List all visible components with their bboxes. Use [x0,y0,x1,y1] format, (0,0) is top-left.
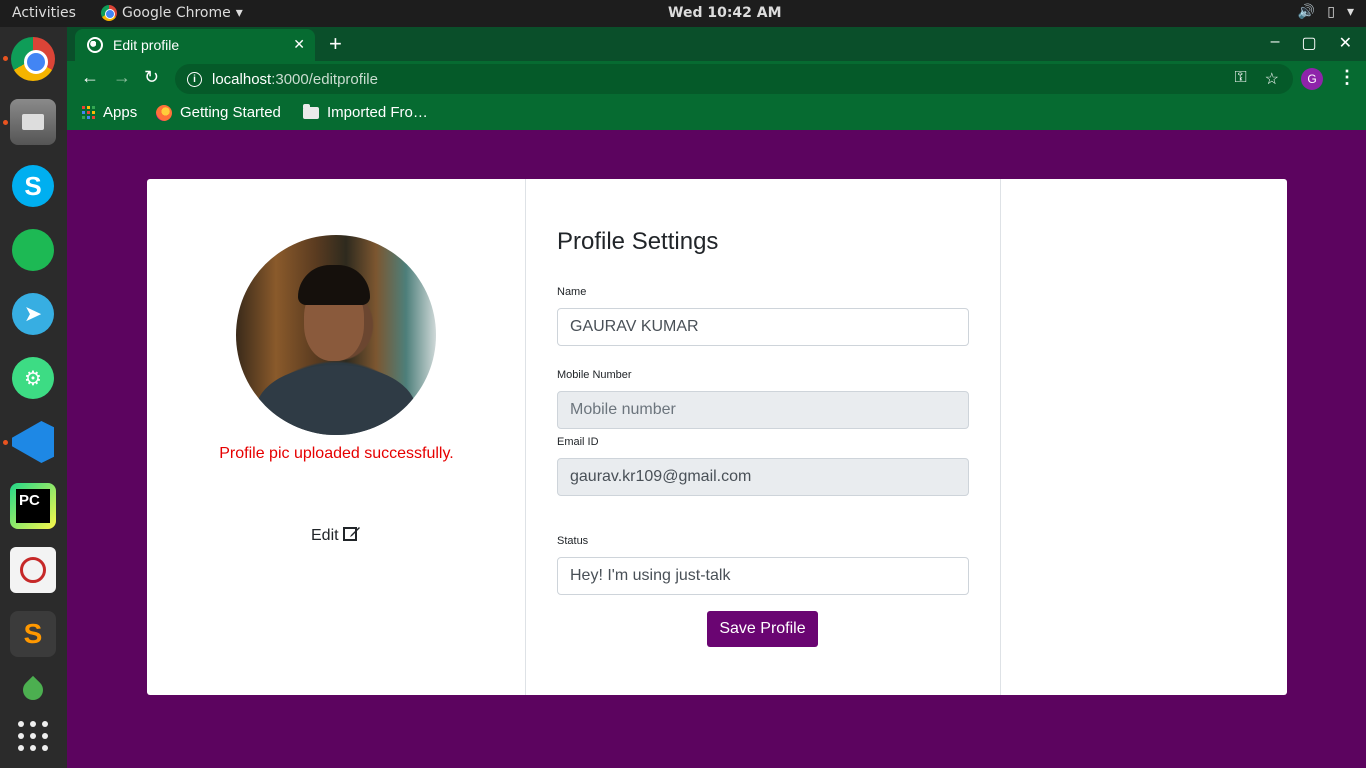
profile-card: Profile pic uploaded successfully. Edit … [147,179,1287,695]
profile-picture-column: Profile pic uploaded successfully. Edit [147,179,526,695]
firefox-icon [156,104,172,121]
edit-photo-link[interactable]: Edit [311,525,361,546]
sublime-text-icon: S [23,618,43,649]
app-menu-label: Google Chrome [122,5,231,21]
bookmark-imported-folder[interactable]: Imported Fro… [303,103,428,121]
close-icon[interactable]: ✕ [293,36,305,53]
app-menu[interactable]: Google Chrome ▾ [101,5,243,21]
system-top-bar: Activities Google Chrome ▾ Wed 10:42 AM … [0,0,1366,27]
edit-label: Edit [311,526,339,544]
dock: S ➤ ⚙ PC S [0,27,67,768]
system-menu-icon[interactable]: ▾ [1347,4,1354,20]
tab-edit-profile[interactable]: Edit profile ✕ [75,29,315,61]
tab-title: Edit profile [113,37,180,53]
browser-window: Edit profile ✕ + – ▢ ✕ ← → ↻ i localhost… [67,27,1366,768]
clock[interactable]: Wed 10:42 AM [668,5,782,21]
battery-icon[interactable]: ▯ [1327,4,1335,20]
running-indicator [3,440,8,445]
save-profile-button[interactable]: Save Profile [707,611,818,647]
page-viewport: Profile pic uploaded successfully. Edit … [67,130,1366,768]
volume-icon[interactable]: 🔊 [1298,4,1315,20]
document-viewer-icon [20,557,46,583]
dock-pycharm[interactable]: PC [10,483,56,529]
bookmarks-bar: Apps Getting Started Imported Fro… [67,97,1366,130]
profile-settings-form: Profile Settings Name Mobile Number Emai… [526,179,1001,695]
activities-button[interactable]: Activities [12,5,76,21]
dock-spotify[interactable] [10,227,56,273]
app-grid-icon [18,721,48,751]
apps-icon [82,106,95,119]
upload-success-message: Profile pic uploaded successfully. [219,445,454,462]
tab-strip: Edit profile ✕ + – ▢ ✕ [67,27,1366,61]
folder-icon [303,103,319,119]
dock-files[interactable] [10,99,56,145]
maximize-button[interactable]: ▢ [1301,33,1316,53]
mobile-input[interactable] [557,391,969,429]
info-icon[interactable]: i [187,71,202,87]
system-tray[interactable]: 🔊 ▯ ▾ [1298,4,1354,20]
bookmark-apps[interactable]: Apps [82,104,137,121]
running-indicator [3,120,8,125]
status-input[interactable] [557,557,969,595]
show-applications-button[interactable] [10,713,56,759]
close-window-button[interactable]: ✕ [1339,33,1352,53]
email-input[interactable] [557,458,969,496]
email-label: Email ID [557,436,599,448]
profile-photo [236,235,436,435]
status-label: Status [557,535,589,547]
pycharm-icon: PC [16,489,50,523]
spotify-icon [12,229,54,271]
dock-chrome[interactable] [10,36,56,82]
dock-drop-app[interactable] [10,667,56,713]
skype-icon: S [12,165,54,207]
minimize-button[interactable]: – [1271,33,1280,53]
bookmark-label: Imported Fro… [327,104,428,121]
omnibox-actions: ⚿ ☆ [1234,69,1279,89]
page-title: Profile Settings [557,228,719,255]
url-host: localhost [212,70,272,88]
profile-avatar[interactable]: G [1301,68,1323,90]
name-label: Name [557,286,587,298]
chrome-icon [11,37,55,81]
key-icon[interactable]: ⚿ [1234,69,1246,89]
dock-telegram[interactable]: ➤ [10,291,56,337]
dock-skype[interactable]: S [10,163,56,209]
bookmark-label: Getting Started [180,104,281,121]
dock-vscode[interactable] [10,419,56,465]
menu-icon[interactable]: ⋮ [1338,67,1356,88]
globe-icon [87,37,103,53]
running-indicator [3,56,8,61]
back-button[interactable]: ← [81,67,99,88]
star-icon[interactable]: ☆ [1265,69,1279,89]
reload-button[interactable]: ↻ [144,67,159,88]
vscode-icon [12,421,54,463]
drop-icon [18,675,48,705]
forward-button[interactable]: → [113,67,131,88]
window-controls: – ▢ ✕ [1271,33,1352,53]
android-studio-icon: ⚙ [12,357,54,399]
browser-toolbar: ← → ↻ i localhost:3000/editprofile ⚿ ☆ G… [67,61,1366,97]
telegram-icon: ➤ [12,293,54,335]
edit-icon [342,525,361,546]
chrome-icon [101,5,117,21]
files-icon [22,114,44,130]
address-bar[interactable]: i localhost:3000/editprofile ⚿ ☆ [175,64,1293,94]
url-path: :3000/editprofile [271,70,378,88]
name-input[interactable] [557,308,969,346]
new-tab-button[interactable]: + [329,31,342,57]
mobile-label: Mobile Number [557,369,632,381]
dock-android-studio[interactable]: ⚙ [10,355,56,401]
dock-document-viewer[interactable] [10,547,56,593]
chevron-down-icon: ▾ [235,5,243,21]
bookmark-label: Apps [103,104,138,121]
bookmark-getting-started[interactable]: Getting Started [156,104,281,121]
dock-sublime-text[interactable]: S [10,611,56,657]
